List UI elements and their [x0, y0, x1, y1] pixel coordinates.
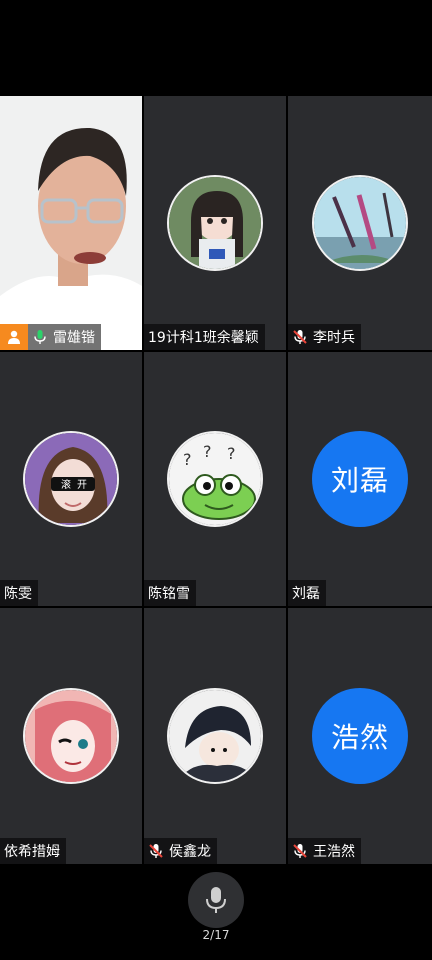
participant-name-tag: 陈铭雪 — [144, 580, 196, 606]
participant-name-tag: 雷雄锴 — [28, 324, 101, 350]
microphone-muted-icon — [292, 843, 308, 859]
glasses-text-left: 滚 — [61, 478, 71, 491]
participant-name-tag: 19计科1班余馨颖 — [144, 324, 265, 350]
participant-name: 陈雯 — [4, 586, 32, 602]
participant-name: 王浩然 — [313, 844, 355, 860]
participant-avatar — [23, 688, 119, 784]
participant-name: 19计科1班余馨颖 — [148, 330, 259, 346]
participant-name: 依希措姆 — [4, 844, 60, 860]
person-icon — [8, 330, 20, 344]
svg-text:?: ? — [203, 442, 212, 461]
participant-tile-4[interactable]: 滚 开 陈雯 — [0, 352, 142, 606]
participant-name-tag: 陈雯 — [0, 580, 38, 606]
page-indicator: 2/17 — [202, 928, 230, 942]
bottom-bar: 2/17 — [0, 864, 432, 960]
participant-name-tag: 依希措姆 — [0, 838, 66, 864]
participant-initials-avatar: 浩然 — [312, 688, 408, 784]
participant-avatar — [167, 175, 263, 271]
participant-avatar: ? ? ? — [167, 431, 263, 527]
participant-name-tag: 刘磊 — [288, 580, 326, 606]
participant-avatar: 滚 开 — [23, 431, 119, 527]
participant-video — [0, 96, 142, 350]
participant-name: 侯鑫龙 — [169, 844, 211, 860]
microphone-icon — [206, 887, 226, 913]
microphone-muted-icon — [292, 329, 308, 345]
participant-avatar — [312, 175, 408, 271]
microphone-muted-icon — [148, 843, 164, 859]
participant-avatar — [167, 688, 263, 784]
participant-tile-9[interactable]: 浩然 王浩然 — [288, 608, 432, 864]
microphone-on-icon — [32, 329, 48, 345]
participant-name: 陈铭雪 — [148, 586, 190, 602]
video-person-illustration — [0, 96, 142, 350]
svg-text:?: ? — [227, 444, 236, 463]
participant-tile-2[interactable]: 19计科1班余馨颖 — [144, 96, 286, 350]
participant-tile-7[interactable]: 依希措姆 — [0, 608, 142, 864]
participant-tile-8[interactable]: 侯鑫龙 — [144, 608, 286, 864]
meeting-screen: 雷雄锴 19计科1班余馨颖 李时兵 滚 开 陈雯 ? ? ? 陈铭雪 刘磊 刘磊… — [0, 0, 432, 960]
participant-tile-1[interactable]: 雷雄锴 — [0, 96, 142, 350]
participant-tile-5[interactable]: ? ? ? 陈铭雪 — [144, 352, 286, 606]
participant-initials-avatar: 刘磊 — [312, 431, 408, 527]
avatar-initials: 刘磊 — [330, 464, 389, 497]
participant-name: 刘磊 — [292, 586, 320, 602]
participant-name-tag: 李时兵 — [288, 324, 361, 350]
participant-tile-6[interactable]: 刘磊 刘磊 — [288, 352, 432, 606]
participant-name: 李时兵 — [313, 330, 355, 346]
participant-grid: 雷雄锴 19计科1班余馨颖 李时兵 滚 开 陈雯 ? ? ? 陈铭雪 刘磊 刘磊… — [0, 96, 432, 864]
participant-name-tag: 王浩然 — [288, 838, 361, 864]
glasses-text-right: 开 — [77, 480, 87, 491]
host-badge — [0, 324, 28, 350]
microphone-toggle-button[interactable] — [188, 872, 244, 928]
participant-name-tag: 侯鑫龙 — [144, 838, 217, 864]
participant-tile-3[interactable]: 李时兵 — [288, 96, 432, 350]
avatar-initials: 浩然 — [330, 721, 389, 754]
participant-name: 雷雄锴 — [53, 330, 95, 346]
svg-text:?: ? — [183, 450, 192, 469]
